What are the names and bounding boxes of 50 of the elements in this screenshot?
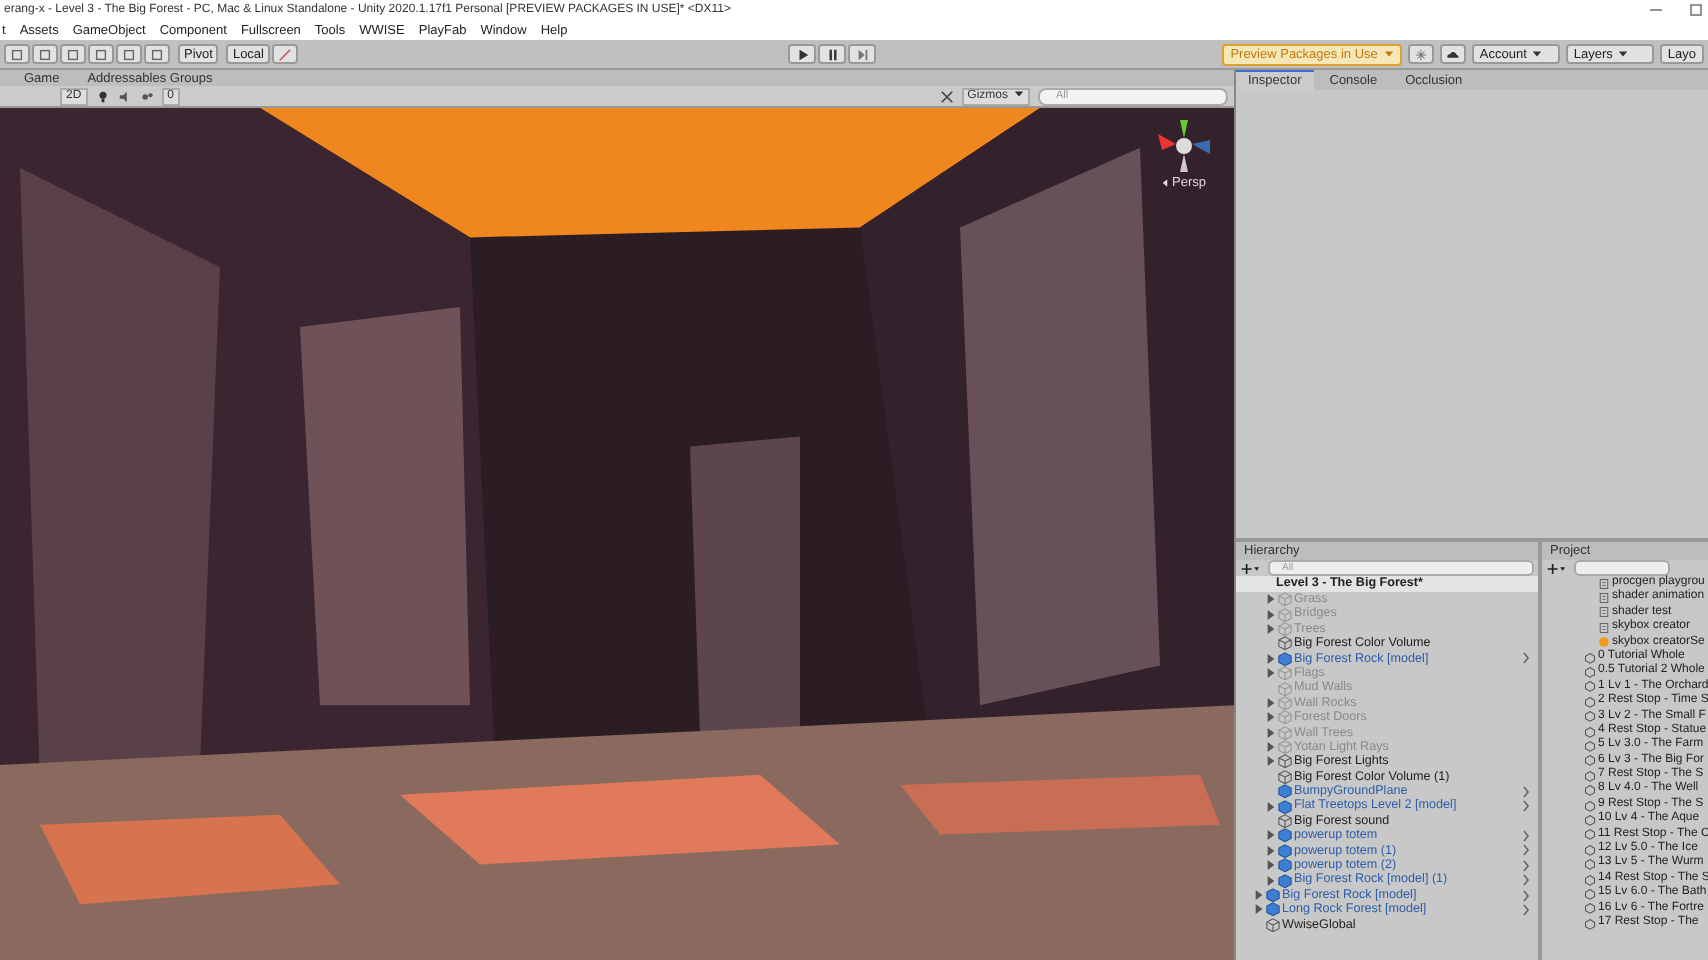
expand-arrow-icon[interactable] [1266, 623, 1276, 634]
pause-button[interactable] [818, 44, 846, 64]
expand-arrow-icon[interactable] [1266, 830, 1276, 841]
tool-button[interactable] [144, 44, 170, 64]
tool-button[interactable] [4, 44, 30, 64]
square-icon [66, 47, 80, 61]
slash-icon [278, 47, 292, 61]
expand-arrow-icon[interactable] [1266, 653, 1276, 664]
tool-button[interactable] [88, 44, 114, 64]
tool-button[interactable] [116, 44, 142, 64]
expand-arrow-icon[interactable] [1266, 594, 1276, 605]
maximize-icon[interactable] [1688, 2, 1704, 18]
chevron-right-icon[interactable] [1522, 652, 1530, 665]
axis-gizmo-icon[interactable] [1154, 116, 1214, 176]
expand-arrow-icon[interactable] [1254, 890, 1264, 900]
square-icon [10, 47, 24, 61]
add-dropdown-icon[interactable] [1240, 561, 1260, 575]
cloud-icon [1445, 47, 1460, 61]
caret-down-icon [1618, 49, 1629, 58]
add-dropdown-icon[interactable] [1546, 561, 1566, 575]
expand-arrow-icon[interactable] [1266, 742, 1276, 753]
expand-arrow-icon[interactable] [1254, 904, 1264, 915]
play-icon [795, 47, 809, 61]
step-icon [855, 47, 869, 61]
expand-arrow-icon[interactable] [1266, 697, 1276, 708]
expand-arrow-icon[interactable] [1266, 609, 1276, 620]
expand-arrow-icon[interactable] [1266, 727, 1276, 738]
tool-button[interactable] [60, 44, 86, 64]
square-icon [122, 47, 136, 61]
pause-icon [825, 47, 839, 61]
tool-button[interactable] [32, 44, 58, 64]
sparkle-icon [1413, 47, 1428, 61]
search-field[interactable] [1574, 560, 1670, 576]
expand-arrow-icon[interactable] [1266, 845, 1276, 856]
expand-arrow-icon[interactable] [1266, 712, 1276, 723]
square-icon [150, 47, 164, 61]
square-icon [94, 47, 108, 61]
tools-icon[interactable] [939, 89, 954, 103]
cloud-button[interactable] [1439, 44, 1466, 64]
expand-arrow-icon[interactable] [1266, 668, 1276, 679]
expand-arrow-icon[interactable] [1266, 801, 1276, 812]
play-button[interactable] [788, 44, 816, 64]
effects-icon[interactable] [139, 89, 154, 103]
square-icon [38, 47, 52, 61]
caret-down-icon [1532, 49, 1543, 58]
caret-down-icon [1383, 49, 1394, 58]
expand-arrow-icon[interactable] [1266, 756, 1276, 767]
expand-arrow-icon[interactable] [1266, 875, 1276, 886]
lightbulb-icon[interactable] [95, 89, 110, 103]
expand-arrow-icon[interactable] [1266, 860, 1276, 871]
